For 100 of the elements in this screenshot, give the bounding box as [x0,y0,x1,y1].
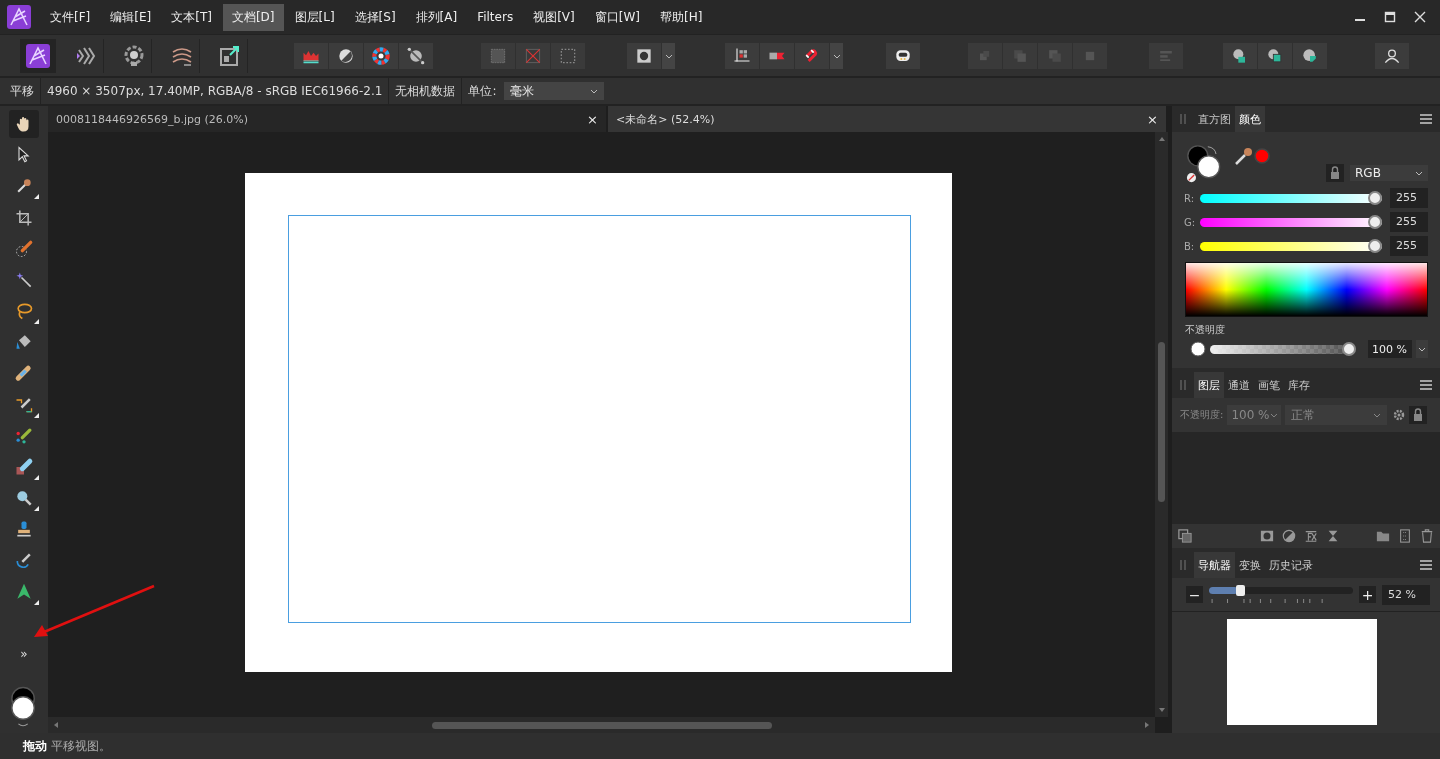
boolean-intersect-button[interactable] [1293,42,1327,69]
panel-tab[interactable]: 库存 [1284,372,1314,398]
color-model-dropdown[interactable]: RGB [1350,165,1428,181]
close-tab-button[interactable]: × [587,111,598,127]
color-spectrum[interactable] [1185,262,1428,317]
document-tab[interactable]: <未命名> (52.4%) × [608,106,1168,132]
stamp-icon [14,519,34,540]
eyedropper-icon[interactable] [1234,146,1254,166]
menu-item[interactable]: 编辑[E] [101,3,161,31]
maximize-icon[interactable] [1384,11,1396,23]
cross-selection-button[interactable] [516,42,550,69]
scroll-down-icon[interactable] [1157,706,1166,714]
menu-item[interactable]: 文档[D] [222,3,284,31]
channel-label: R: [1184,192,1195,204]
healing-icon [14,363,34,384]
channel-slider[interactable] [1200,215,1382,229]
zoom-in-button[interactable]: + [1359,586,1376,603]
scroll-up-icon[interactable] [1157,135,1166,143]
channel-value-field[interactable]: 255 [1390,212,1428,232]
flyout-corner-icon [34,412,39,418]
lock-icon[interactable] [1409,406,1428,424]
dropdown-caret-button[interactable] [1416,340,1428,358]
caret-icon [590,87,599,95]
menu-item[interactable]: Filters [468,5,523,29]
zoom-out-button[interactable]: − [1186,586,1203,603]
zoom-slider[interactable] [1209,585,1353,604]
channel-value-field[interactable]: 255 [1390,188,1428,208]
folder-icon[interactable] [1376,529,1390,543]
mask-button[interactable] [627,42,661,69]
lock-icon[interactable] [1326,164,1344,182]
boolean-add-button[interactable] [1223,42,1257,69]
panel-tab[interactable]: 通道 [1224,372,1254,398]
fx-icon[interactable] [1304,529,1318,543]
persona-button[interactable] [20,38,56,73]
menu-item[interactable]: 帮助[H] [650,3,712,31]
document-info: 4960 × 3507px, 17.40MP, RGBA/8 - sRGB IEC61966-2.1 [47,84,383,98]
scroll-thumb[interactable] [432,721,772,729]
channel-slider[interactable] [1200,191,1382,205]
assistant-button[interactable] [886,42,920,69]
dashed-selection-button[interactable] [551,42,585,69]
menu-item[interactable]: 文本[T] [162,3,221,31]
panel-tab[interactable]: 直方图 [1194,106,1235,132]
current-color-swatch[interactable] [1254,148,1270,164]
adjustment-icon[interactable] [1282,529,1296,543]
opacity-label: 不透明度: [1180,408,1224,422]
unit-dropdown[interactable]: 毫米 [504,82,605,100]
caret-icon [1418,345,1426,353]
menu-icon[interactable] [1420,114,1432,124]
lasso-icon [14,301,34,322]
vertical-scrollbar[interactable] [1155,132,1168,717]
split-square-button[interactable] [760,42,794,69]
scroll-left-icon[interactable] [52,721,60,729]
grip-icon[interactable] [1180,559,1186,571]
panel-tab[interactable]: 变换 [1235,552,1265,578]
histogram-button[interactable] [294,42,328,69]
stacked-squares-icon[interactable] [1178,529,1192,543]
close-tab-button[interactable]: × [1147,111,1158,127]
channel-slider[interactable] [1200,239,1382,253]
eraser-icon [14,457,34,478]
grip-icon[interactable] [1180,379,1186,391]
expand-toolbox-button[interactable]: » [20,647,28,661]
grid-snap-button[interactable] [725,42,759,69]
tool-button[interactable] [9,110,39,138]
persona-logo-icon [25,43,50,68]
camera-info: 无相机数据 [395,82,456,100]
planet-button[interactable] [399,42,433,69]
opacity-slider[interactable] [1210,342,1356,356]
flyout-corner-icon [34,475,39,481]
horizontal-scrollbar[interactable] [48,717,1155,733]
menu-item[interactable]: 文件[F] [41,3,100,31]
panel-tab[interactable]: 导航器 [1194,552,1235,578]
menu-item[interactable]: 窗口[W] [585,3,649,31]
trash-icon[interactable] [1420,529,1434,543]
close-icon[interactable] [1414,11,1426,23]
account-button[interactable] [1375,42,1409,69]
panel-tab[interactable]: 历史记录 [1265,552,1317,578]
hourglass-icon[interactable] [1326,529,1340,543]
menu-item[interactable]: 选择[S] [345,3,405,31]
magnet-button[interactable] [795,42,829,69]
panel-tab[interactable]: 图层 [1194,372,1224,398]
mask-icon[interactable] [1260,529,1274,543]
scroll-thumb[interactable] [1158,342,1165,502]
zoom-value-field[interactable]: 52 % [1382,584,1430,605]
boolean-subtract-button[interactable] [1258,42,1292,69]
grip-icon[interactable] [1180,113,1186,125]
half-circle-button[interactable] [329,42,363,69]
tool-name: 平移 [10,82,34,100]
panel-tab[interactable]: 画笔 [1254,372,1284,398]
channel-value-field[interactable]: 255 [1390,236,1428,256]
add-pixel-layer-icon[interactable] [1398,529,1412,543]
menu-icon[interactable] [1420,560,1432,570]
panel-tab[interactable]: 颜色 [1235,106,1265,132]
menu-item[interactable]: 图层[L] [285,3,344,31]
scroll-right-icon[interactable] [1143,721,1151,729]
menu-item[interactable]: 排列[A] [406,3,467,31]
menu-item[interactable]: 视图[V] [524,3,584,31]
color-wheel-button[interactable] [364,42,398,69]
opacity-field[interactable]: 100 % [1368,340,1412,358]
menu-icon[interactable] [1420,380,1432,390]
settings-icon[interactable] [1393,409,1406,421]
